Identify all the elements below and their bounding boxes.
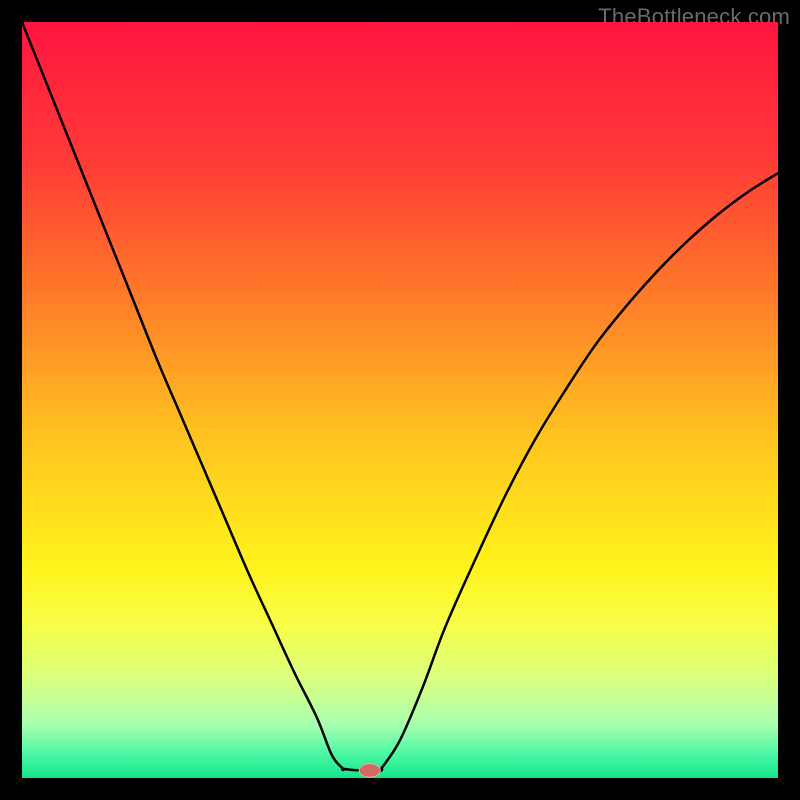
- plot-background: [22, 22, 778, 778]
- optimum-marker: [359, 764, 380, 778]
- bottleneck-plot: [22, 22, 778, 778]
- chart-frame: TheBottleneck.com: [0, 0, 800, 800]
